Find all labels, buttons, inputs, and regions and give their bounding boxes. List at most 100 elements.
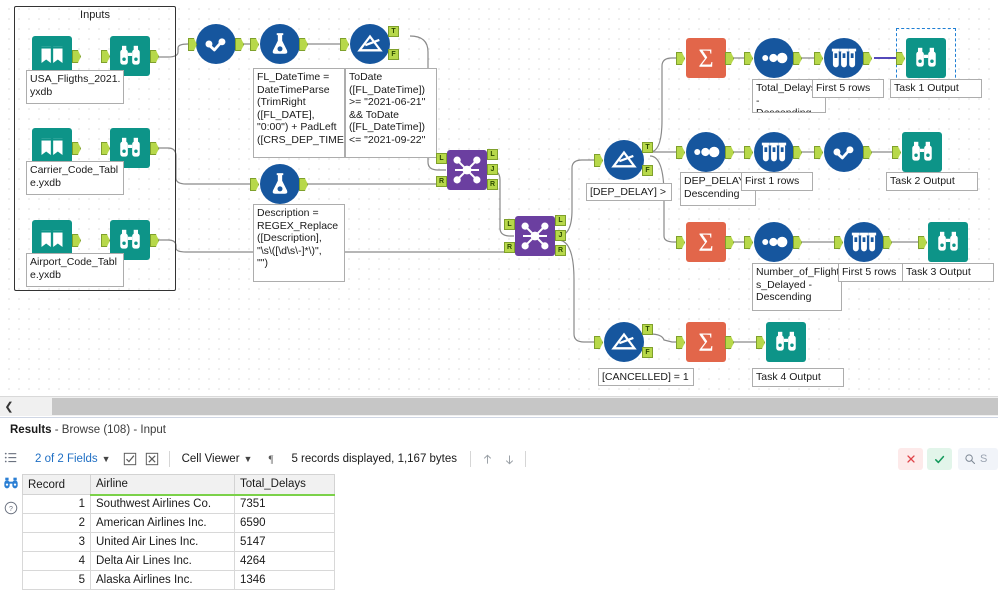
browse-tool-task1[interactable] [896,38,946,78]
filter-tool-date-range[interactable]: T F [340,24,399,64]
filter-true-anchor[interactable]: T [642,324,653,335]
collapse-panel-button[interactable]: ❮ [0,397,18,416]
input-anchor[interactable] [676,236,685,249]
output-anchor[interactable] [725,336,734,349]
scroll-up-button[interactable] [476,448,498,470]
join-left-input-anchor[interactable]: L [504,219,515,230]
input-anchor[interactable] [676,52,685,65]
filter-true-anchor[interactable]: T [642,142,653,153]
table-row[interactable]: 4 Delta Air Lines Inc. 4264 [22,551,335,571]
join-left-output-anchor[interactable]: L [487,149,498,160]
output-anchor[interactable] [883,236,892,249]
output-anchor[interactable] [235,38,244,51]
toolbar-divider [168,451,170,467]
binoculars-icon [120,137,140,157]
join-right-input-anchor[interactable]: R [504,242,515,253]
sort-tool-3[interactable] [744,222,802,262]
clear-results-button[interactable] [898,448,923,470]
input-anchor[interactable] [744,52,753,65]
column-header-record[interactable]: Record [22,474,91,495]
input-anchor[interactable] [834,236,843,249]
output-anchor[interactable] [793,236,802,249]
input-anchor[interactable] [676,336,685,349]
table-row[interactable]: 5 Alaska Airlines Inc. 1346 [22,570,335,590]
output-anchor[interactable] [793,146,802,159]
select-tool-1[interactable] [188,24,244,64]
summarize-tool-1[interactable]: Σ [676,38,734,78]
table-row[interactable]: 3 United Air Lines Inc. 5147 [22,532,335,552]
browse-results-icon[interactable] [3,475,19,491]
sort-circles-icon [762,52,788,64]
join-join-output-anchor[interactable]: J [487,164,498,175]
input-anchor[interactable] [744,146,753,159]
deselect-all-fields-icon[interactable] [145,452,160,467]
join-right-input-anchor[interactable]: R [436,176,447,187]
input-anchor[interactable] [814,52,823,65]
browse-tool-task4[interactable] [756,322,806,362]
join-join-output-anchor[interactable]: J [555,230,566,241]
input-anchor[interactable] [594,336,603,349]
input-anchor[interactable] [594,154,603,167]
sample-tool-2[interactable] [744,132,802,172]
input-anchor[interactable] [756,336,765,349]
filter-tool-cancelled[interactable]: T F [594,322,653,362]
filter-true-anchor[interactable]: T [388,26,399,37]
select-tool-2[interactable] [814,132,872,172]
list-view-icon[interactable] [3,450,19,466]
output-anchor[interactable] [299,38,308,51]
input-anchor[interactable] [892,146,901,159]
input-anchor[interactable] [676,146,685,159]
output-anchor[interactable] [725,52,734,65]
sample-tool-3[interactable] [834,222,892,262]
cell-airline: United Air Lines Inc. [90,532,235,552]
sort-tool-1[interactable] [744,38,802,78]
accept-results-button[interactable] [927,448,952,470]
filter-false-anchor[interactable]: F [642,347,653,358]
output-anchor[interactable] [793,52,802,65]
input-anchor[interactable] [814,146,823,159]
input-anchor[interactable] [918,236,927,249]
join-left-output-anchor[interactable]: L [555,215,566,226]
filter-false-anchor[interactable]: F [388,49,399,60]
output-anchor[interactable] [863,146,872,159]
scroll-down-button[interactable] [498,448,520,470]
help-icon[interactable]: ? [3,500,19,516]
join-left-input-anchor[interactable]: L [436,153,447,164]
results-data-grid[interactable]: Record Airline Total_Delays 1 Southwest … [22,474,998,609]
pilcrow-whitespace-icon[interactable]: ¶ [263,452,278,467]
browse-tool-task2[interactable] [892,132,942,172]
results-search-box[interactable]: S [958,448,998,470]
column-header-airline[interactable]: Airline [90,474,235,496]
browse-tool-task3[interactable] [918,222,968,262]
output-anchor[interactable] [725,146,734,159]
join-right-output-anchor[interactable]: R [487,179,498,190]
canvas-horizontal-scrollbar[interactable]: ❮ [0,396,998,416]
input-anchor[interactable] [250,38,259,51]
join-tool-2[interactable]: L R L J R [504,215,566,256]
input-anchor[interactable] [340,38,349,51]
join-right-output-anchor[interactable]: R [555,245,566,256]
select-all-fields-icon[interactable] [123,452,138,467]
formula-tool-2[interactable] [250,164,308,204]
sample-tool-1[interactable] [814,38,872,78]
output-anchor[interactable] [725,236,734,249]
cell-viewer-selector[interactable]: Cell Viewer ▼ [175,453,260,465]
scrollbar-thumb[interactable] [52,398,998,415]
table-row[interactable]: 2 American Airlines Inc. 6590 [22,513,335,533]
output-anchor[interactable] [863,52,872,65]
table-row[interactable]: 1 Southwest Airlines Co. 7351 [22,494,335,514]
join-tool-1[interactable]: L R L J R [436,149,498,190]
output-anchor[interactable] [299,178,308,191]
summarize-tool-4[interactable]: Σ [676,322,734,362]
filter-false-anchor[interactable]: F [642,165,653,176]
input-anchor[interactable] [744,236,753,249]
column-header-total-delays[interactable]: Total_Delays [234,474,335,496]
formula-tool-1[interactable] [250,24,308,64]
fields-selector[interactable]: 2 of 2 Fields ▼ [28,453,118,465]
filter-tool-dep-delay[interactable]: T F [594,140,653,180]
input-anchor[interactable] [250,178,259,191]
join-network-icon [453,156,481,184]
workflow-canvas[interactable]: Inputs USA_Fligths_2021. yxdb Carrier_Co… [0,0,998,396]
summarize-tool-3[interactable]: Σ [676,222,734,262]
sort-tool-2[interactable] [676,132,734,172]
